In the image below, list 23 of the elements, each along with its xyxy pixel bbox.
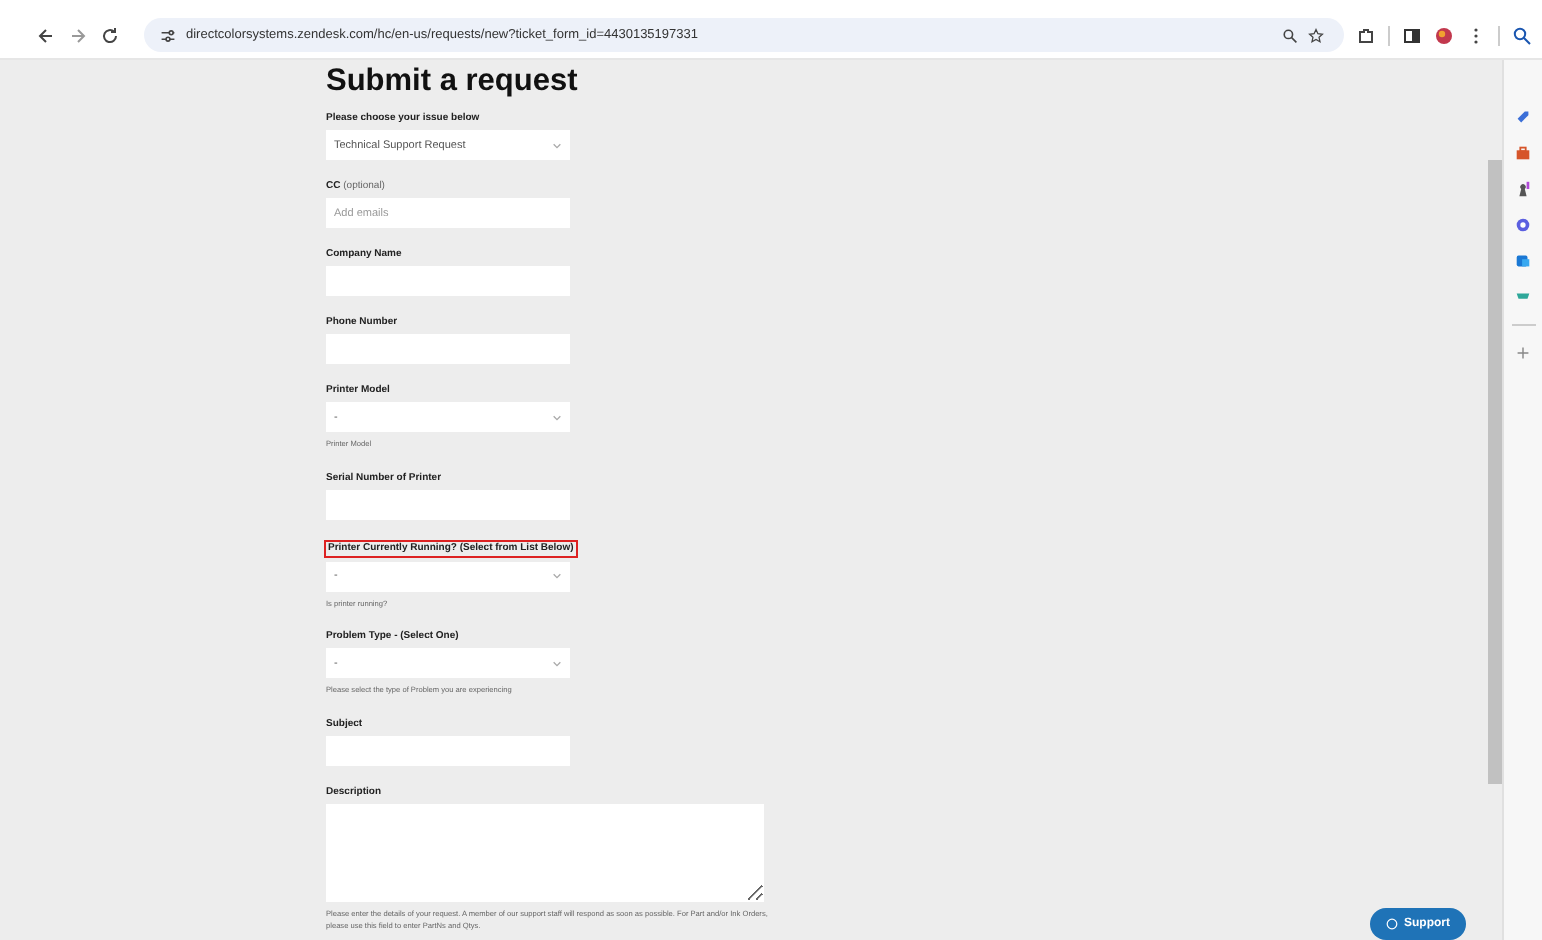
chess-piece-icon[interactable] — [1514, 180, 1532, 198]
caret-icon — [552, 572, 562, 581]
side-panel-icon[interactable] — [1402, 25, 1422, 45]
textarea-field[interactable] — [326, 804, 764, 903]
forward-icon[interactable] — [68, 25, 88, 45]
caret-icon — [552, 141, 562, 150]
scrollbar-thumb[interactable] — [1488, 160, 1502, 784]
circle-icon[interactable] — [1514, 216, 1532, 234]
back-icon[interactable] — [36, 25, 56, 45]
briefcase-icon[interactable] — [1514, 144, 1532, 162]
reload-icon[interactable] — [100, 25, 120, 45]
mail-icon[interactable] — [1514, 252, 1532, 270]
site-settings-icon[interactable] — [160, 27, 176, 43]
page-title: Submit a request — [326, 64, 580, 99]
extensions-icon[interactable] — [1356, 25, 1376, 45]
profile-avatar-icon[interactable] — [1434, 25, 1454, 45]
tag-icon[interactable] — [1514, 108, 1532, 126]
zoom-icon[interactable] — [1282, 27, 1298, 43]
search-icon[interactable] — [1512, 25, 1532, 45]
star-icon[interactable] — [1308, 27, 1324, 43]
caret-icon — [552, 659, 562, 668]
caret-icon — [552, 413, 562, 422]
help-icon — [1386, 918, 1398, 930]
